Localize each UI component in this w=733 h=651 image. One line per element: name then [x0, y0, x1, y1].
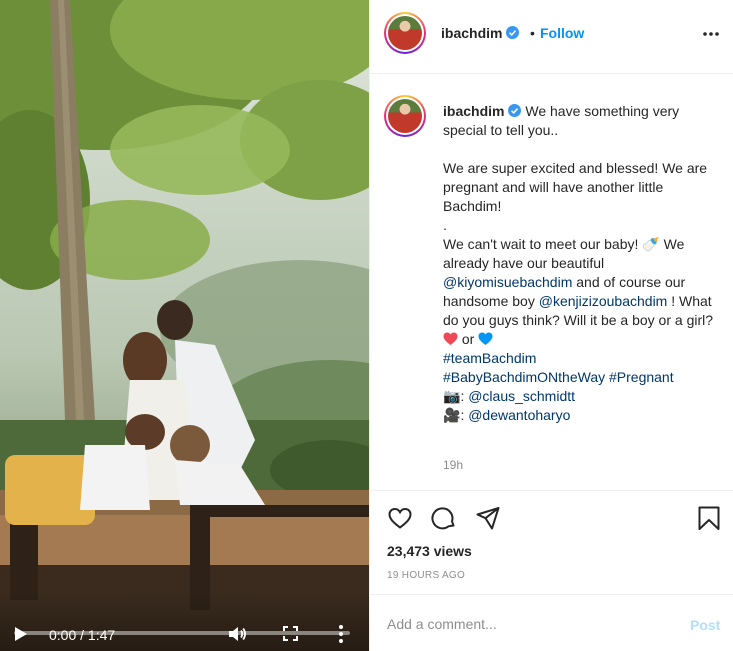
video-progress-bar[interactable] [14, 631, 350, 635]
caption-text: ibachdim We have something very special … [443, 102, 718, 425]
more-horizontal-icon[interactable] [702, 31, 720, 37]
hashtag-teambachdim[interactable]: #teamBachdim [443, 350, 536, 366]
post-header: ibachdim • Follow [370, 0, 733, 74]
red-heart-icon [443, 332, 458, 345]
header-username-text[interactable]: ibachdim [441, 25, 502, 41]
hashtag-pregnant[interactable]: #Pregnant [609, 369, 674, 385]
time-separator: / [76, 627, 88, 643]
comment-input[interactable] [387, 612, 667, 636]
header-username[interactable]: ibachdim [441, 25, 520, 41]
caption-line-4a: We can't wait to meet our baby! 🍼 We alr… [443, 236, 685, 271]
posted-time[interactable]: 19 HOURS AGO [387, 570, 465, 581]
video-controls: 0:00 / 1:47 [0, 591, 369, 651]
current-time: 0:00 [49, 627, 77, 643]
video-time: 0:00 / 1:47 [49, 627, 115, 643]
caption-area: ibachdim We have something very special … [370, 75, 733, 490]
caption-username[interactable]: ibachdim [443, 103, 504, 119]
post-comment-button[interactable]: Post [690, 617, 720, 633]
mention-kenjizizoubachdim[interactable]: @kenjizizoubachdim [539, 293, 668, 309]
avatar[interactable] [384, 12, 426, 54]
mention-kiyomisuebachdim[interactable]: @kiyomisuebachdim [443, 274, 572, 290]
caption-line-3: . [443, 217, 447, 233]
caption-time-ago[interactable]: 19h [443, 458, 463, 472]
duration: 1:47 [87, 627, 116, 643]
caption-line-2: We are super excited and blessed! We are… [443, 160, 708, 214]
verified-icon [506, 26, 520, 39]
mention-dewantoharyo[interactable]: @dewantoharyo [468, 407, 570, 423]
video-camera-emoji: 🎥 [443, 407, 461, 423]
add-comment-bar: Post [370, 594, 733, 651]
view-count: 23,473 views [387, 543, 472, 559]
follow-button[interactable]: Follow [540, 25, 584, 41]
mention-claus-schmidtt[interactable]: @claus_schmidtt [468, 388, 575, 404]
post-actions: 23,473 views 19 HOURS AGO [370, 490, 733, 594]
hashtag-babybachdimontheway[interactable]: #BabyBachdimONtheWay [443, 369, 605, 385]
caption-avatar[interactable] [384, 95, 426, 137]
camera-emoji: 📷 [443, 388, 461, 404]
video-player[interactable]: 0:00 / 1:47 [0, 0, 369, 651]
heart-icon[interactable] [387, 505, 413, 531]
blue-heart-icon [478, 332, 493, 345]
video-frame [0, 0, 369, 651]
bookmark-icon[interactable] [696, 505, 722, 531]
comment-icon[interactable] [431, 505, 457, 531]
share-icon[interactable] [475, 505, 501, 531]
header-dot: • [530, 25, 535, 41]
or-text: or [458, 331, 479, 347]
post-sidebar: ibachdim • Follow ibachdim We have somet… [369, 0, 733, 651]
verified-icon [508, 104, 522, 117]
